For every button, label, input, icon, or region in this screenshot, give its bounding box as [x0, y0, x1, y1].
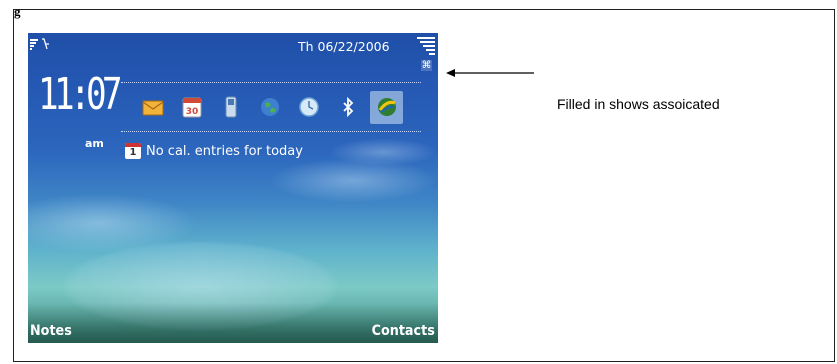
signal-indicator	[30, 37, 52, 54]
clock-icon	[298, 97, 319, 117]
cloud-decoration	[328, 138, 438, 166]
active-standby-icon[interactable]: ⌘	[421, 60, 432, 71]
signal-icon	[30, 38, 49, 50]
globe-icon	[260, 98, 279, 116]
cloud-decoration	[268, 158, 438, 203]
shortcut-globe[interactable]	[253, 91, 286, 124]
clock-time: 11:07	[38, 69, 123, 120]
clock-ampm: am	[85, 137, 104, 150]
divider	[121, 131, 421, 132]
shortcut-web-selected[interactable]	[370, 90, 403, 124]
softkey-right[interactable]: Contacts	[372, 323, 435, 339]
softkey-left[interactable]: Notes	[30, 323, 72, 339]
phone-icon	[225, 96, 236, 118]
shortcut-calendar[interactable]: 30	[175, 91, 208, 124]
bluetooth-icon	[342, 96, 353, 118]
battery-icon	[417, 35, 435, 55]
figure-label: g	[14, 4, 21, 19]
calendar-icon: 30	[182, 97, 201, 118]
svg-text:30: 30	[185, 107, 198, 117]
shortcut-bar: 30	[136, 89, 403, 125]
calendar-entry-row[interactable]: 1 No cal. entries for today	[125, 143, 303, 159]
divider	[121, 82, 421, 83]
calendar-entry-text: No cal. entries for today	[146, 143, 303, 159]
web-icon	[377, 98, 396, 116]
annotation-arrow	[446, 69, 534, 77]
mail-icon	[142, 100, 163, 116]
annotation-text: Filled in shows assoicated	[557, 96, 720, 112]
calendar-small-icon: 1	[125, 143, 141, 159]
phone-screen: Th 06/22/2006 ⌘ 11:07 am 30 1 No cal. en…	[28, 33, 438, 343]
shortcut-clock[interactable]	[292, 91, 325, 124]
shortcut-bluetooth[interactable]	[331, 91, 364, 124]
shortcut-phone[interactable]	[214, 91, 247, 124]
shortcut-mail[interactable]	[136, 91, 169, 124]
status-date: Th 06/22/2006	[298, 39, 390, 54]
